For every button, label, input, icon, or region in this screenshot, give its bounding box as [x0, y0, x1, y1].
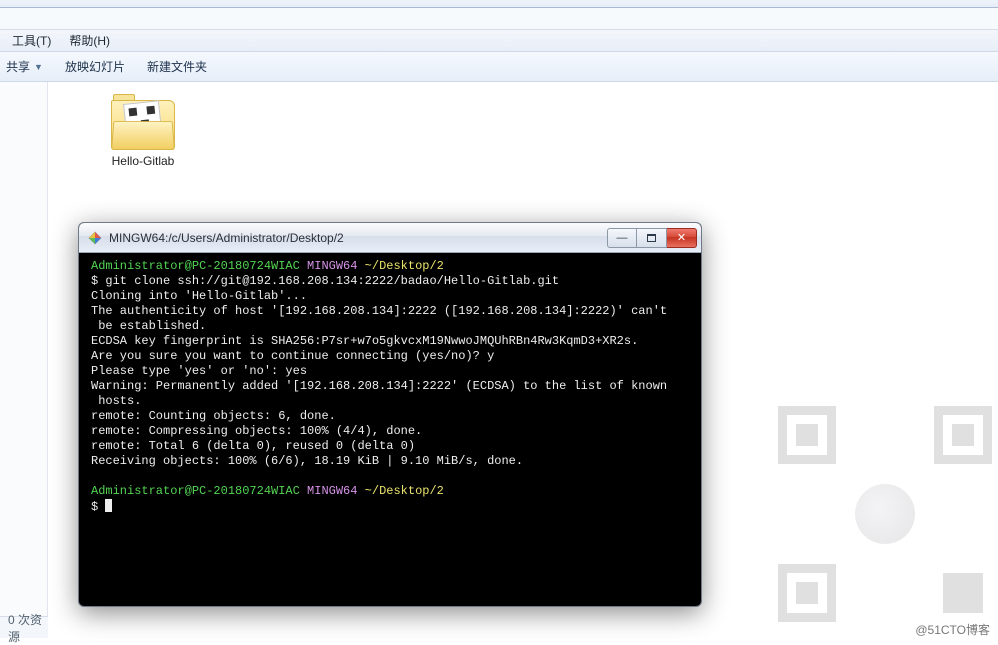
terminal-out: remote: Compressing objects: 100% (4/4),…: [91, 424, 422, 438]
terminal-out: Are you sure you want to continue connec…: [91, 349, 494, 363]
toolbar-slideshow-label: 放映幻灯片: [65, 58, 125, 75]
terminal-out: The authenticity of host '[192.168.208.1…: [91, 304, 667, 318]
terminal-cursor: [105, 499, 112, 512]
toolbar-slideshow[interactable]: 放映幻灯片: [65, 58, 125, 75]
minimize-button[interactable]: —: [607, 228, 637, 248]
toolbar-share-label: 共享: [6, 58, 30, 75]
folder-item-hello-gitlab[interactable]: Hello-Gitlab: [88, 100, 198, 168]
toolbar: 共享 ▼ 放映幻灯片 新建文件夹: [0, 52, 998, 82]
status-bar: 0 次资源: [0, 616, 48, 638]
qr-watermark: [778, 406, 992, 620]
prompt-path: ~/Desktop/2: [365, 484, 444, 498]
address-bar-strip: [0, 8, 998, 30]
terminal-app-icon: [87, 230, 103, 246]
terminal-out: ECDSA key fingerprint is SHA256:P7sr+w7o…: [91, 334, 638, 348]
menu-help[interactable]: 帮助(H): [69, 32, 110, 49]
maximize-button[interactable]: [637, 228, 667, 248]
prompt-path: ~/Desktop/2: [365, 259, 444, 273]
terminal-out: be established.: [91, 319, 206, 333]
terminal-out: Please type 'yes' or 'no': yes: [91, 364, 307, 378]
terminal-out: Cloning into 'Hello-Gitlab'...: [91, 289, 307, 303]
prompt-mingw: MINGW64: [307, 259, 357, 273]
window-buttons: — ✕: [607, 228, 697, 248]
terminal-out: remote: Counting objects: 6, done.: [91, 409, 336, 423]
terminal-titlebar[interactable]: MINGW64:/c/Users/Administrator/Desktop/2…: [79, 223, 701, 253]
terminal-window[interactable]: MINGW64:/c/Users/Administrator/Desktop/2…: [78, 222, 702, 607]
toolbar-newfolder[interactable]: 新建文件夹: [147, 58, 207, 75]
terminal-title-text: MINGW64:/c/Users/Administrator/Desktop/2: [109, 231, 607, 245]
menu-tools[interactable]: 工具(T): [12, 32, 51, 49]
close-button[interactable]: ✕: [667, 228, 697, 248]
terminal-command: $ git clone ssh://git@192.168.208.134:22…: [91, 274, 559, 288]
terminal-out: Warning: Permanently added '[192.168.208…: [91, 379, 667, 393]
terminal-out: hosts.: [91, 394, 141, 408]
terminal-out: Receiving objects: 100% (6/6), 18.19 KiB…: [91, 454, 523, 468]
prompt-mingw: MINGW64: [307, 484, 357, 498]
prompt-userhost: Administrator@PC-20180724WIAC: [91, 484, 300, 498]
terminal-body[interactable]: Administrator@PC-20180724WIAC MINGW64 ~/…: [81, 253, 699, 604]
toolbar-share[interactable]: 共享 ▼: [6, 58, 43, 75]
nav-sidebar[interactable]: [0, 82, 48, 638]
prompt-userhost: Administrator@PC-20180724WIAC: [91, 259, 300, 273]
toolbar-newfolder-label: 新建文件夹: [147, 58, 207, 75]
chevron-down-icon: ▼: [34, 62, 43, 72]
folder-icon: [111, 100, 175, 150]
window-frame-top: [0, 0, 998, 8]
folder-label: Hello-Gitlab: [88, 154, 198, 168]
menu-bar: 工具(T) 帮助(H): [0, 30, 998, 52]
terminal-prompt-dollar: $: [91, 500, 105, 514]
terminal-out: remote: Total 6 (delta 0), reused 0 (del…: [91, 439, 415, 453]
status-text: 0 次资源: [8, 611, 48, 645]
watermark-credit: @51CTO博客: [915, 621, 990, 638]
